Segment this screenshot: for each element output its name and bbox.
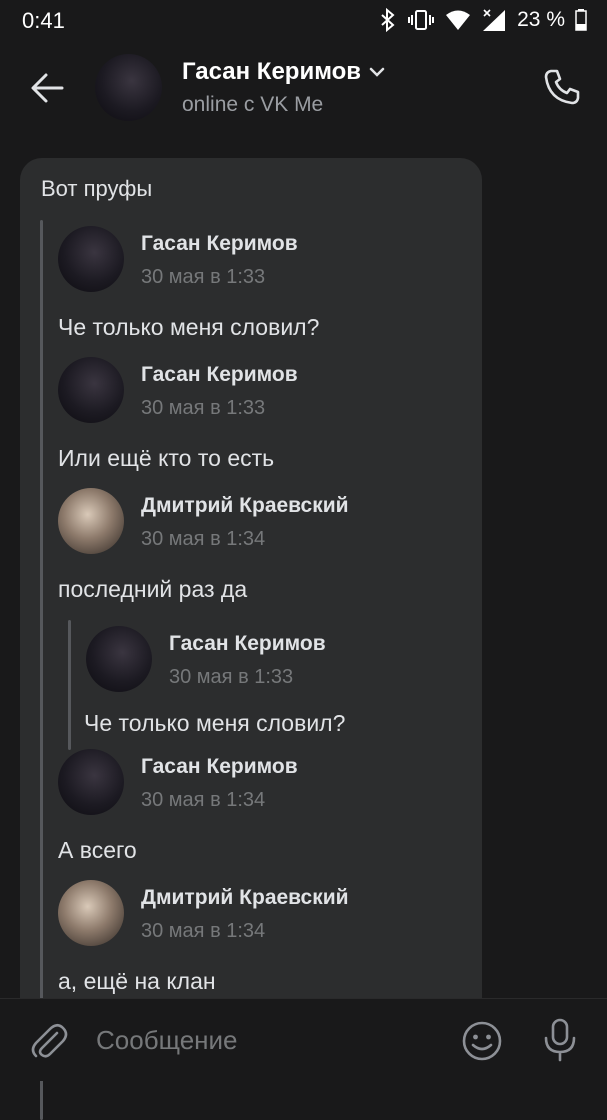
forwarded-date: 30 мая в 1:34 <box>141 528 266 550</box>
avatar[interactable] <box>58 226 124 292</box>
forwarded-author[interactable]: Гасан Керимов <box>169 632 326 656</box>
attachment-icon[interactable] <box>28 1021 68 1061</box>
status-bar: 0:41 23 % <box>0 0 607 44</box>
chat-header: Гасан Керимов online с VK Me <box>0 44 607 136</box>
forwarded-text: а, ещё на клан <box>58 968 216 994</box>
forwarded-date: 30 мая в 1:33 <box>169 666 294 688</box>
message-text: Вот пруфы <box>41 176 153 201</box>
contact-name-text: Гасан Керимов <box>182 58 362 85</box>
forward-line <box>40 220 43 1120</box>
forwarded-author[interactable]: Дмитрий Краевский <box>141 494 349 518</box>
microphone-icon[interactable] <box>540 1017 580 1063</box>
forwarded-text: Че только меня словил? <box>58 314 320 340</box>
chevron-down-icon <box>369 67 385 77</box>
avatar[interactable] <box>58 749 124 815</box>
status-icons: 23 % <box>379 8 587 32</box>
bluetooth-icon <box>379 8 397 32</box>
phone-call-icon[interactable] <box>541 66 583 108</box>
emoji-icon[interactable] <box>460 1019 504 1063</box>
avatar[interactable] <box>58 357 124 423</box>
forward-line <box>68 620 71 750</box>
forwarded-date: 30 мая в 1:34 <box>141 789 266 811</box>
signal-icon <box>481 8 507 32</box>
contact-name[interactable]: Гасан Керимов <box>182 58 385 86</box>
battery-icon <box>575 9 587 31</box>
vibrate-icon <box>407 8 435 32</box>
forwarded-date: 30 мая в 1:34 <box>141 920 266 942</box>
wifi-icon <box>445 9 471 31</box>
forwarded-text: последний раз да <box>58 576 248 602</box>
nested-forwarded-message[interactable]: Гасан Керимов 30 мая в 1:33 Че только ме… <box>68 620 458 750</box>
forwarded-author[interactable]: Гасан Керимов <box>141 363 298 387</box>
message-composer: Сообщение <box>0 998 607 1081</box>
forwarded-text: А всего <box>58 837 137 863</box>
avatar[interactable] <box>58 488 124 554</box>
status-time: 0:41 <box>22 8 65 33</box>
forwarded-date: 30 мая в 1:33 <box>141 397 266 419</box>
message-bubble[interactable]: Вот пруфы Гасан Керимов 30 мая в 1:33 Че… <box>20 158 482 1120</box>
contact-avatar[interactable] <box>95 54 162 121</box>
forwarded-date: 30 мая в 1:33 <box>141 266 266 288</box>
contact-status: online с VK Me <box>182 93 324 116</box>
avatar[interactable] <box>86 626 152 692</box>
forwarded-author[interactable]: Гасан Керимов <box>141 232 298 256</box>
message-input[interactable]: Сообщение <box>96 1025 238 1056</box>
forwarded-author[interactable]: Гасан Керимов <box>141 755 298 779</box>
battery-percent: 23 % <box>517 8 565 31</box>
forwarded-author[interactable]: Дмитрий Краевский <box>141 886 349 910</box>
forwarded-text: Или ещё кто то есть <box>58 445 275 471</box>
back-arrow-icon[interactable] <box>28 68 68 108</box>
avatar[interactable] <box>58 880 124 946</box>
forwarded-text: Че только меня словил? <box>84 710 346 736</box>
